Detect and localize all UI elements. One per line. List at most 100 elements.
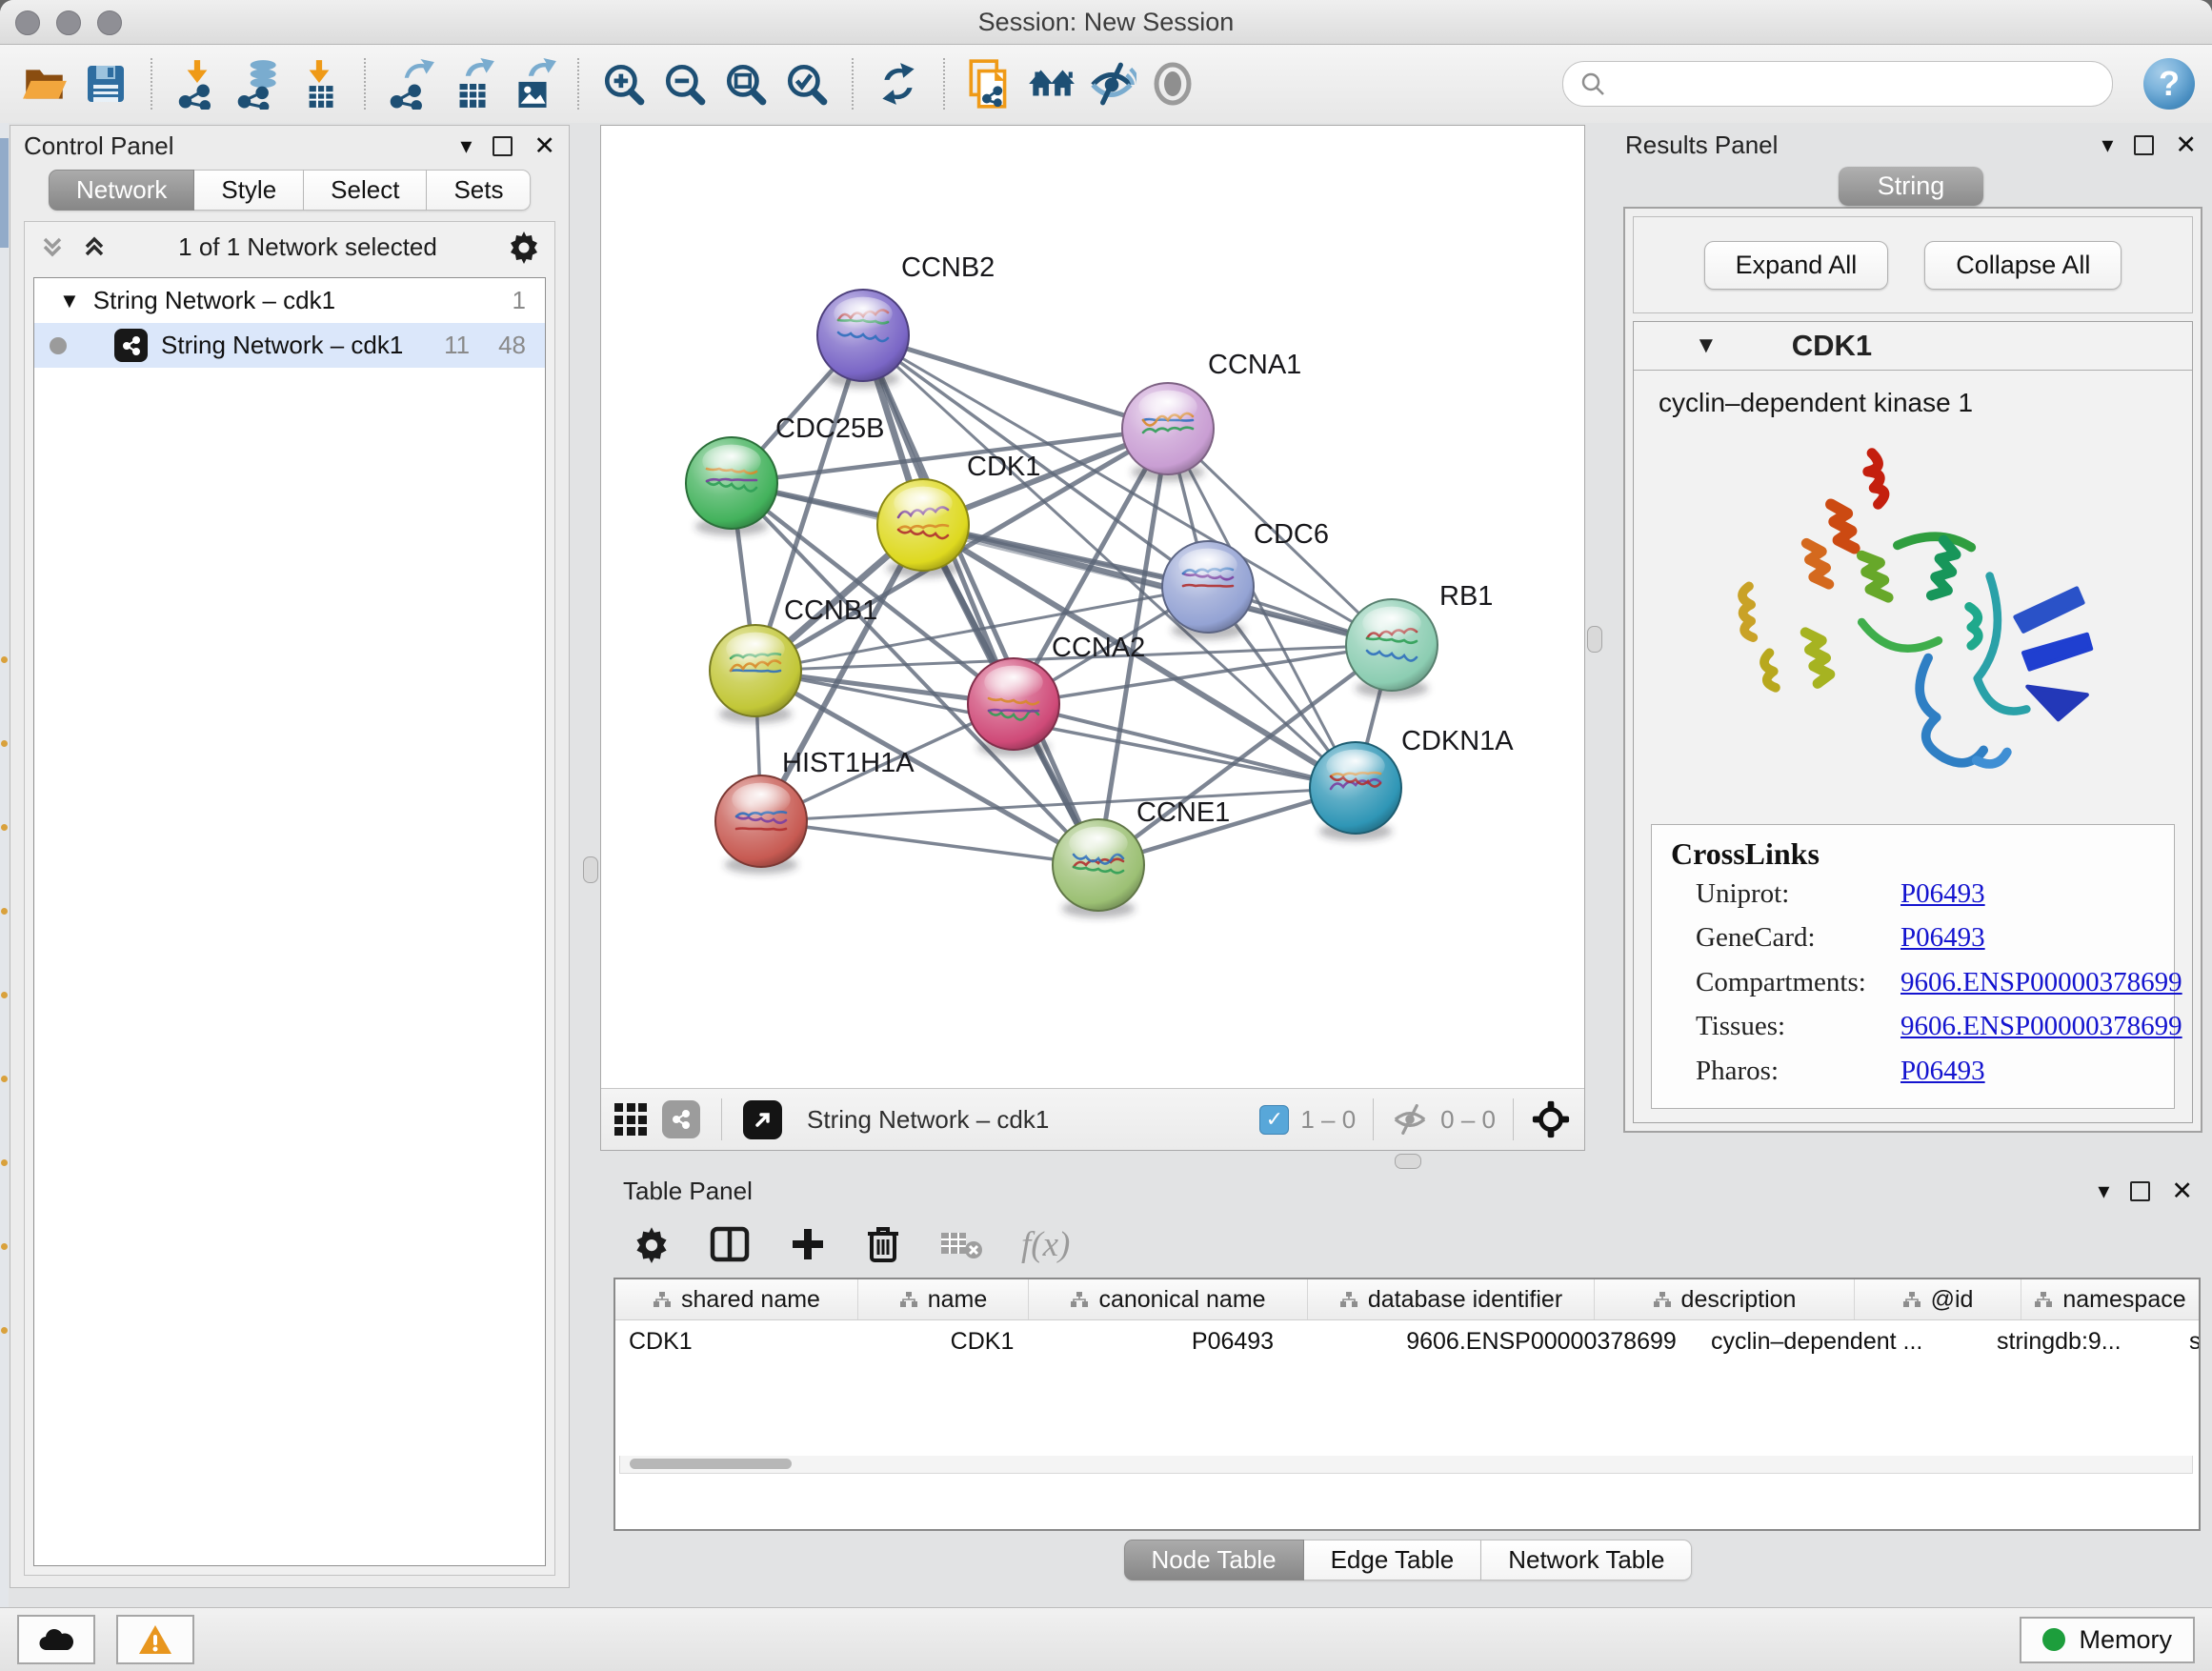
delete-table-icon-disabled <box>939 1227 983 1261</box>
export-network-button[interactable] <box>383 54 438 113</box>
delete-column-trash-icon[interactable] <box>865 1224 901 1264</box>
string-network-icon[interactable] <box>662 1100 700 1138</box>
column-header-name[interactable]: name <box>858 1279 1029 1319</box>
left-splitter-handle[interactable] <box>583 856 598 883</box>
hidden-node-edge-counts: 0 – 0 <box>1440 1105 1496 1135</box>
cloud-button[interactable] <box>17 1615 95 1664</box>
column-header-description[interactable]: description <box>1595 1279 1855 1319</box>
first-neighbors-button[interactable] <box>1023 54 1078 113</box>
control-panel: Control Panel ▾ ✕ Network Style Select S… <box>10 125 570 1588</box>
column-header-shared-name[interactable]: shared name <box>615 1279 858 1319</box>
export-table-icon <box>448 58 495 110</box>
selected-checkbox-icon[interactable]: ✓ <box>1259 1105 1289 1135</box>
zoom-selected-icon <box>783 60 831 108</box>
crosslink-link[interactable]: 9606.ENSP00000378699 <box>1900 960 2182 1004</box>
refresh-button[interactable] <box>871 54 926 113</box>
tab-network[interactable]: Network <box>49 170 194 211</box>
import-network-from-database-button[interactable] <box>231 54 286 113</box>
tab-sets[interactable]: Sets <box>427 170 531 211</box>
panel-menu-icon[interactable]: ▾ <box>2101 131 2113 159</box>
protein-entry-header[interactable]: ▼ CDK1 <box>1634 322 2192 371</box>
network-node-CDKN1A[interactable] <box>1310 742 1401 840</box>
zoom-selected-button[interactable] <box>779 54 835 113</box>
close-window-button[interactable] <box>15 10 40 35</box>
tab-style[interactable]: Style <box>194 170 304 211</box>
help-button[interactable]: ? <box>2143 58 2195 110</box>
network-edge-CCNB2-CCNE1[interactable] <box>863 335 1098 865</box>
crosslink-link[interactable]: P06493 <box>1900 1049 2170 1093</box>
column-header-namespace[interactable]: namespace <box>2021 1279 2200 1319</box>
gear-icon[interactable] <box>507 230 541 264</box>
zoom-in-button[interactable] <box>596 54 652 113</box>
panel-float-icon[interactable] <box>2134 135 2154 155</box>
network-collection-row[interactable]: ▼ String Network – cdk1 1 <box>34 278 545 323</box>
horizontal-splitter-handle[interactable] <box>1395 1154 1421 1169</box>
table-row[interactable]: CDK1CDK1P064939606.ENSP00000378699cyclin… <box>615 1320 2199 1362</box>
collapse-all-icon[interactable] <box>80 232 109 261</box>
crosslink-link[interactable]: P06493 <box>1900 916 2170 959</box>
panel-close-icon[interactable]: ✕ <box>2175 131 2197 160</box>
panel-menu-icon[interactable]: ▾ <box>2098 1178 2109 1205</box>
crosshair-icon[interactable] <box>1531 1099 1571 1139</box>
crosslink-link[interactable]: 9606.ENSP00000378699 <box>1900 1004 2182 1048</box>
open-session-button[interactable] <box>17 54 72 113</box>
tab-edge-table[interactable]: Edge Table <box>1304 1540 1482 1580</box>
table-settings-gear-icon[interactable] <box>633 1225 671 1263</box>
network-from-selection-button[interactable] <box>962 54 1017 113</box>
import-network-button[interactable] <box>170 54 225 113</box>
table-cell: stringdb <box>2176 1320 2201 1362</box>
network-node-CCNE1[interactable] <box>1053 819 1144 917</box>
memory-button[interactable]: Memory <box>2020 1617 2195 1663</box>
open-folder-icon <box>21 60 69 108</box>
entry-expander-icon[interactable]: ▼ <box>1695 332 1718 359</box>
crosslink-link[interactable]: P06493 <box>1900 872 2170 916</box>
tab-string[interactable]: String <box>1839 167 1983 206</box>
column-header-label: canonical name <box>1098 1286 1265 1314</box>
network-edge-CCNB2-CCNA1[interactable] <box>863 335 1168 429</box>
network-edge-HIST1H1A-CCNE1[interactable] <box>761 821 1098 865</box>
panel-close-icon[interactable]: ✕ <box>533 131 555 161</box>
zoom-out-button[interactable] <box>657 54 713 113</box>
tab-network-table[interactable]: Network Table <box>1481 1540 1692 1580</box>
tab-select[interactable]: Select <box>304 170 427 211</box>
add-column-plus-icon[interactable] <box>789 1225 827 1263</box>
network-node-CDC25B[interactable] <box>686 437 777 535</box>
right-splitter-handle[interactable] <box>1587 626 1602 653</box>
export-image-button[interactable] <box>505 54 560 113</box>
panel-float-icon[interactable] <box>2130 1181 2150 1201</box>
panel-close-icon[interactable]: ✕ <box>2171 1177 2193 1206</box>
show-columns-icon[interactable] <box>709 1225 751 1263</box>
hide-selection-button[interactable] <box>1084 54 1139 113</box>
expand-all-icon[interactable] <box>38 232 67 261</box>
panel-float-icon[interactable] <box>493 136 513 156</box>
network-row[interactable]: String Network – cdk1 11 48 <box>34 323 545 368</box>
network-node-HIST1H1A[interactable] <box>715 775 807 874</box>
network-node-CCNA1[interactable] <box>1122 383 1214 481</box>
panel-menu-icon[interactable]: ▾ <box>460 132 472 160</box>
scrollbar-thumb[interactable] <box>630 1459 792 1469</box>
network-node-RB1[interactable] <box>1346 599 1438 697</box>
zoom-window-button[interactable] <box>97 10 122 35</box>
network-node-CCNB1[interactable] <box>710 625 801 723</box>
table-horizontal-scrollbar[interactable] <box>619 1456 2193 1474</box>
export-table-button[interactable] <box>444 54 499 113</box>
zoom-fit-button[interactable] <box>718 54 774 113</box>
warnings-button[interactable] <box>116 1615 194 1664</box>
minimize-window-button[interactable] <box>56 10 81 35</box>
collapse-all-button[interactable]: Collapse All <box>1924 241 2122 290</box>
tree-expander-icon[interactable]: ▼ <box>59 289 80 313</box>
open-in-new-icon[interactable] <box>743 1100 782 1139</box>
column-header-canonical-name[interactable]: canonical name <box>1029 1279 1308 1319</box>
show-all-button[interactable] <box>1145 54 1200 113</box>
column-header--id[interactable]: @id <box>1855 1279 2021 1319</box>
tab-node-table[interactable]: Node Table <box>1124 1540 1304 1580</box>
search-input[interactable] <box>1562 61 2113 107</box>
toolbar-separator <box>151 58 152 110</box>
network-canvas[interactable]: CCNB2CCNA1CDC25BCDK1CDC6RB1CCNB1CCNA2CDK… <box>601 126 1582 1087</box>
table-cell: CDK1 <box>884 1320 1080 1362</box>
birds-eye-grid-icon[interactable] <box>614 1103 647 1136</box>
save-session-button[interactable] <box>78 54 133 113</box>
column-header-database-identifier[interactable]: database identifier <box>1308 1279 1595 1319</box>
expand-all-button[interactable]: Expand All <box>1704 241 1889 290</box>
import-table-button[interactable] <box>292 54 347 113</box>
